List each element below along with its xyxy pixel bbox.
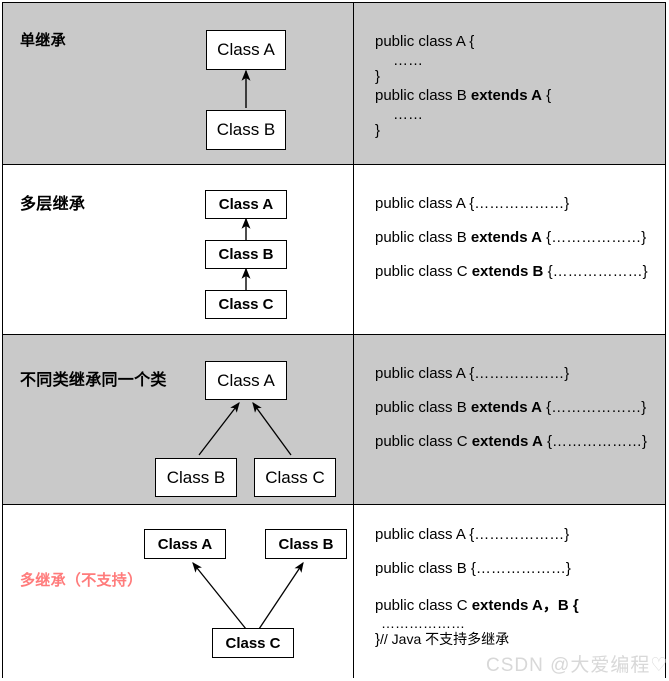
row-2-box-class-b: Class B xyxy=(205,240,287,269)
row-1-code-cell: public class A { …… } public class B ext… xyxy=(354,3,665,164)
code-text: {………………} xyxy=(543,263,648,280)
row-1-box-class-a-label: Class A xyxy=(217,40,275,59)
inheritance-table: 单继承 Class A Class B public class A {…… … xyxy=(2,2,669,678)
row-2-box-class-c-label: Class C xyxy=(218,296,274,313)
row-3-box-class-c-label: Class C xyxy=(265,467,325,487)
code-keyword: extends A xyxy=(471,433,543,450)
row-1-box-class-a: Class A xyxy=(206,30,286,70)
code-text: public class B xyxy=(375,87,471,104)
row-2-code-line-1: public class A {………………} xyxy=(375,195,569,212)
code-text: …… xyxy=(393,106,423,123)
row-4-code-line-3: public class C extends A，B { xyxy=(375,594,579,615)
row-3-box-class-b-label: Class B xyxy=(166,467,226,487)
row-1-code-line-2: …… xyxy=(393,52,423,69)
row-2-code-line-3: public class C extends B {………………} xyxy=(375,263,648,280)
row-1-code-line-1: public class A { xyxy=(375,33,474,50)
code-text: public class A { xyxy=(375,33,475,50)
code-text: public class C xyxy=(375,433,472,450)
row-1-label: 单继承 xyxy=(20,32,66,49)
row-1-diagram-cell: 单继承 Class A Class B xyxy=(3,3,353,164)
code-text: public class C xyxy=(375,263,472,280)
code-text: } xyxy=(375,68,381,85)
row-1-code-line-3: } xyxy=(375,68,380,85)
code-keyword: extends B xyxy=(471,263,544,280)
row-2-box-class-c: Class C xyxy=(205,290,287,319)
figure-root: 单继承 Class A Class B public class A {…… … xyxy=(0,0,669,681)
row-2-box-class-a-label: Class A xyxy=(218,196,274,213)
row-3-code-line-2: public class B extends A {………………} xyxy=(375,399,646,416)
row-3-box-class-a: Class A xyxy=(205,361,287,400)
code-text: public class B {………………} xyxy=(375,560,571,577)
row-4-diagram-cell: 多继承（不支持） Class A Class B Class C xyxy=(3,505,353,678)
row-2-label: 多层继承 xyxy=(20,196,86,213)
code-keyword: extends A，B { xyxy=(471,597,579,614)
code-keyword: extends A xyxy=(470,87,543,104)
row-4-code-line-1: public class A {………………} xyxy=(375,526,569,543)
code-text: public class C xyxy=(375,597,472,614)
code-keyword: extends A xyxy=(470,229,543,246)
row-4-box-class-b: Class B xyxy=(265,529,347,559)
row-3-code-line-3: public class C extends A {………………} xyxy=(375,433,647,450)
row-2-code-line-2: public class B extends A {………………} xyxy=(375,229,646,246)
row-4-box-class-c: Class C xyxy=(212,628,294,658)
row-4-box-class-c-label: Class C xyxy=(225,634,281,652)
row-2-code-cell: public class A {………………} public class B e… xyxy=(354,165,665,334)
row-1-code-line-6: } xyxy=(375,122,380,139)
row-3-box-class-c: Class C xyxy=(254,458,336,497)
row-2-diagram-cell: 多层继承 Class A Class B Class C xyxy=(3,165,353,334)
row-4-code-line-5: }// Java 不支持多继承 xyxy=(375,629,509,649)
row-4-code-cell: public class A {………………} public class B {… xyxy=(354,505,669,678)
code-text: {………………} xyxy=(542,433,648,450)
code-text: } xyxy=(375,122,381,139)
row-3-box-class-a-label: Class A xyxy=(217,370,275,390)
row-1-code-line-4: public class B extends A { xyxy=(375,87,551,104)
row-3-code-cell: public class A {………………} public class B e… xyxy=(354,335,665,504)
row-4-box-class-a: Class A xyxy=(144,529,226,559)
code-text: public class A {………………} xyxy=(375,526,570,543)
code-text: public class B xyxy=(375,399,471,416)
code-text: public class A {………………} xyxy=(375,195,570,212)
code-keyword: extends A xyxy=(470,399,543,416)
row-4-label: 多继承（不支持） xyxy=(20,572,143,589)
row-2-box-class-b-label: Class B xyxy=(218,246,274,263)
code-text: public class B xyxy=(375,229,471,246)
row-1-code-line-5: …… xyxy=(393,106,423,123)
row-3-box-class-b: Class B xyxy=(155,458,237,497)
row-3-diagram-cell: 不同类继承同一个类 Class A Class B Class C xyxy=(3,335,353,504)
row-4-box-class-b-label: Class B xyxy=(278,535,334,553)
code-text: public class A {………………} xyxy=(375,365,570,382)
code-text: {………………} xyxy=(542,229,647,246)
row-3-label: 不同类继承同一个类 xyxy=(20,372,167,389)
row-1-box-class-b: Class B xyxy=(206,110,286,150)
code-text: …… xyxy=(393,52,423,69)
code-text: { xyxy=(542,87,552,104)
row-4-code-line-2: public class B {………………} xyxy=(375,560,571,577)
row-2-box-class-a: Class A xyxy=(205,190,287,219)
row-4-code-comment: // Java 不支持多继承 xyxy=(380,631,510,647)
code-text: {………………} xyxy=(542,399,647,416)
csdn-watermark: CSDN @大爱编程♡ xyxy=(486,655,669,676)
row-4-box-class-a-label: Class A xyxy=(157,535,213,553)
row-3-code-line-1: public class A {………………} xyxy=(375,365,569,382)
row-1-box-class-b-label: Class B xyxy=(216,120,276,139)
row-1-arrows xyxy=(241,69,251,108)
